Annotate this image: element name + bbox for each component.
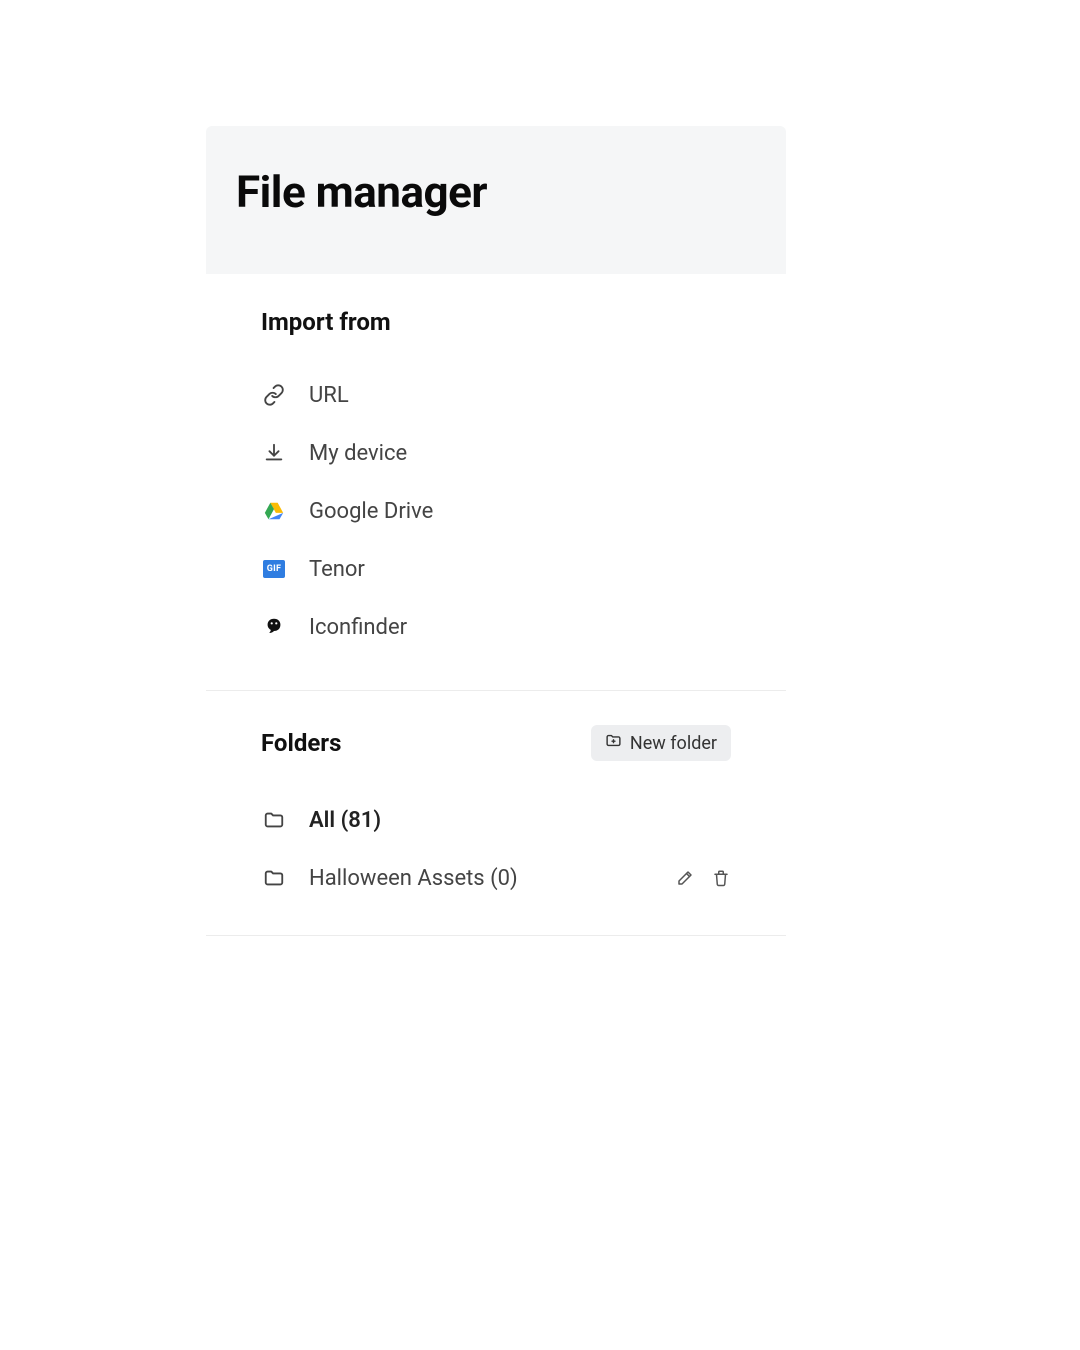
import-item-label: Iconfinder: [309, 615, 407, 640]
import-item-tenor[interactable]: GIF Tenor: [261, 540, 731, 598]
folder-item-actions: [675, 868, 731, 888]
folder-icon: [261, 865, 287, 891]
folder-plus-icon: [605, 732, 622, 754]
folder-item-label: Halloween Assets (0): [309, 866, 518, 891]
file-manager-panel: File manager Import from URL My device: [206, 126, 786, 936]
import-item-iconfinder[interactable]: Iconfinder: [261, 598, 731, 656]
import-item-my-device[interactable]: My device: [261, 424, 731, 482]
folders-section: Folders New folder All (81): [206, 691, 786, 936]
google-drive-icon: [261, 498, 287, 524]
import-item-url[interactable]: URL: [261, 366, 731, 424]
link-icon: [261, 382, 287, 408]
import-item-label: URL: [309, 383, 349, 408]
folder-item-all[interactable]: All (81): [261, 791, 731, 849]
delete-folder-button[interactable]: [711, 868, 731, 888]
panel-header: File manager: [206, 126, 786, 274]
folder-item-halloween-assets[interactable]: Halloween Assets (0): [261, 849, 731, 907]
new-folder-label: New folder: [630, 733, 717, 754]
download-icon: [261, 440, 287, 466]
page-title: File manager: [236, 166, 756, 218]
import-item-google-drive[interactable]: Google Drive: [261, 482, 731, 540]
import-item-label: Google Drive: [309, 499, 433, 524]
gif-badge-text: GIF: [263, 560, 285, 578]
iconfinder-icon: [261, 614, 287, 640]
import-item-label: Tenor: [309, 557, 365, 582]
new-folder-button[interactable]: New folder: [591, 725, 731, 761]
import-item-label: My device: [309, 441, 407, 466]
folders-section-title: Folders: [261, 729, 341, 757]
folder-icon: [261, 807, 287, 833]
edit-folder-button[interactable]: [675, 868, 695, 888]
import-section-title: Import from: [261, 308, 391, 336]
gif-icon: GIF: [261, 556, 287, 582]
folder-item-label: All (81): [309, 808, 381, 833]
import-section: Import from URL My device: [206, 274, 786, 691]
